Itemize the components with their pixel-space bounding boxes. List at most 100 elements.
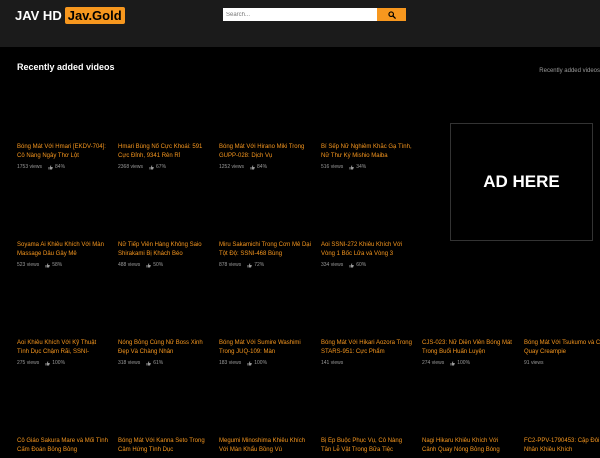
thumbs-up-icon [247,361,252,365]
video-card[interactable]: Bóng Mát Với Kanna Seto Trong Cảm Hứng T… [118,437,210,458]
video-views: 318 views [118,360,141,366]
video-card[interactable]: Bóng Mát Với Tsukumo và Cảnh Quay Creamp… [524,339,600,366]
video-card[interactable]: Bị Ép Buộc Phục Vụ, Cô Nàng Tân Lễ Vật T… [321,437,413,458]
video-views: 488 views [118,262,141,268]
video-title[interactable]: Bóng Mát Với Hirano Miki Trong GUPP-028:… [219,143,311,160]
video-card[interactable]: FC2-PPV-1790453: Cặp Đôi Tình Nhân Khiêu… [524,437,600,458]
video-views: 141 views [321,360,344,366]
video-rating: 61% [153,360,164,366]
video-views: 183 views [219,360,242,366]
video-title[interactable]: Bóng Mát Với Hmari [EKDV-704]: Cô Nàng N… [17,143,109,160]
video-rating: 50% [153,262,164,268]
video-card[interactable]: Hmari Bùng Nổ Cực Khoái: 591 Cực Đỉnh, 9… [118,143,210,170]
thumbs-up-icon [149,165,154,169]
video-card[interactable]: Aoi Khiêu Khích Với Kỹ Thuật Tình Dục Ch… [17,339,109,366]
video-rating: 100% [254,360,268,366]
video-meta: 523 views 58% [17,262,109,268]
video-card[interactable]: Miru Sakamichi Trong Cơn Mê Dại Tột Độ: … [219,241,311,268]
video-views: 334 views [321,262,344,268]
site-logo[interactable]: JAV HD Jav.Gold [15,7,125,24]
video-card[interactable]: Nagi Hikaru Khiêu Khích Với Cảnh Quay Nó… [422,437,514,458]
video-meta: 141 views [321,360,413,366]
video-meta: 1753 views 84% [17,164,109,170]
ad-banner[interactable]: AD HERE [450,123,593,241]
video-views: 1753 views [17,164,43,170]
ad-text: AD HERE [483,172,560,191]
video-meta: 274 views 100% [422,360,514,366]
thumbs-up-icon [48,165,53,169]
video-title[interactable]: Aoi SSNI-272 Khiêu Khích Với Vòng 1 Bốc … [321,241,413,258]
video-rating: 100% [52,360,66,366]
video-card[interactable]: Aoi SSNI-272 Khiêu Khích Với Vòng 1 Bốc … [321,241,413,268]
video-rating: 84% [55,164,66,170]
video-title[interactable]: Aoi Khiêu Khích Với Kỹ Thuật Tình Dục Ch… [17,339,109,356]
video-meta: 275 views 100% [17,360,109,366]
video-views: 274 views [422,360,445,366]
video-views: 523 views [17,262,40,268]
video-meta: 334 views 60% [321,262,413,268]
thumbs-up-icon [247,263,252,267]
video-meta: 2368 views 67% [118,164,210,170]
video-title[interactable]: Nagi Hikaru Khiêu Khích Với Cảnh Quay Nó… [422,437,514,454]
video-title[interactable]: Bị Ép Buộc Phục Vụ, Cô Nàng Tân Lễ Vật T… [321,437,413,454]
section-title: Recently added videos [17,62,115,72]
site-header: JAV HD Jav.Gold [0,0,600,47]
video-title[interactable]: CJS-023: Nữ Diễn Viên Bóng Mát Trong Buổ… [422,339,514,356]
video-views: 516 views [321,164,344,170]
video-views: 91 views [524,360,544,366]
search-bar [223,8,406,21]
video-views: 878 views [219,262,242,268]
video-title[interactable]: Bóng Mát Với Kanna Seto Trong Cảm Hứng T… [118,437,210,454]
video-rating: 72% [254,262,265,268]
thumbs-up-icon [349,263,354,267]
video-card[interactable]: Soyama Ai Khiêu Khích Với Màn Massage Dâ… [17,241,109,268]
video-rating: 60% [356,262,367,268]
logo-badge: Jav.Gold [64,7,125,24]
video-meta: 878 views 72% [219,262,311,268]
video-rating: 34% [356,164,367,170]
video-card[interactable]: Bí Sếp Nữ Nghiêm Khắc Gạ Tình, Nữ Thư Ký… [321,143,413,170]
video-title[interactable]: Megumi Minoshima Khiêu Khích Với Màn Khẩ… [219,437,311,454]
search-button[interactable] [377,8,406,21]
video-card[interactable]: Megumi Minoshima Khiêu Khích Với Màn Khẩ… [219,437,311,458]
thumbs-up-icon [250,165,255,169]
video-rating: 58% [52,262,63,268]
video-card[interactable]: Cô Giáo Sakura Mare và Mối Tình Cấm Đoán… [17,437,109,458]
search-input[interactable] [223,8,377,21]
video-rating: 67% [156,164,167,170]
video-card[interactable]: Bóng Mát Với Hirano Miki Trong GUPP-028:… [219,143,311,170]
video-title[interactable]: Hmari Bùng Nổ Cực Khoái: 591 Cực Đỉnh, 9… [118,143,210,160]
video-title[interactable]: Bóng Mát Với Sumire Washimi Trong JUQ-10… [219,339,311,356]
video-title[interactable]: Soyama Ai Khiêu Khích Với Màn Massage Dâ… [17,241,109,258]
search-icon [387,10,396,19]
thumbs-up-icon [146,263,151,267]
thumbs-up-icon [45,361,50,365]
video-views: 275 views [17,360,40,366]
video-title[interactable]: Miru Sakamichi Trong Cơn Mê Dại Tột Độ: … [219,241,311,258]
video-rating: 100% [457,360,471,366]
video-views: 1252 views [219,164,245,170]
video-rating: 84% [257,164,268,170]
video-title[interactable]: Nữ Tiếp Viên Hàng Không Saio Shirakami B… [118,241,210,258]
video-title[interactable]: Bóng Mát Với Tsukumo và Cảnh Quay Creamp… [524,339,600,356]
thumbs-up-icon [450,361,455,365]
video-title[interactable]: FC2-PPV-1790453: Cặp Đôi Tình Nhân Khiêu… [524,437,600,454]
video-card[interactable]: CJS-023: Nữ Diễn Viên Bóng Mát Trong Buổ… [422,339,514,366]
video-views: 2368 views [118,164,144,170]
video-meta: 318 views 61% [118,360,210,366]
video-meta: 516 views 34% [321,164,413,170]
video-card[interactable]: Bóng Mát Với Hikari Aozora Trong STARS-9… [321,339,413,366]
thumbs-up-icon [45,263,50,267]
video-card[interactable]: Nữ Tiếp Viên Hàng Không Saio Shirakami B… [118,241,210,268]
video-card[interactable]: Bóng Mát Với Hmari [EKDV-704]: Cô Nàng N… [17,143,109,170]
thumbs-up-icon [349,165,354,169]
video-title[interactable]: Bóng Mát Với Hikari Aozora Trong STARS-9… [321,339,413,356]
video-card[interactable]: Bóng Mát Với Sumire Washimi Trong JUQ-10… [219,339,311,366]
video-title[interactable]: Cô Giáo Sakura Mare và Mối Tình Cấm Đoán… [17,437,109,454]
video-meta: 183 views 100% [219,360,311,366]
video-meta: 488 views 50% [118,262,210,268]
video-title[interactable]: Nóng Bỏng Cùng Nữ Boss Xinh Đẹp Và Chàng… [118,339,210,356]
video-card[interactable]: Nóng Bỏng Cùng Nữ Boss Xinh Đẹp Và Chàng… [118,339,210,366]
video-title[interactable]: Bí Sếp Nữ Nghiêm Khắc Gạ Tình, Nữ Thư Ký… [321,143,413,160]
thumbs-up-icon [146,361,151,365]
